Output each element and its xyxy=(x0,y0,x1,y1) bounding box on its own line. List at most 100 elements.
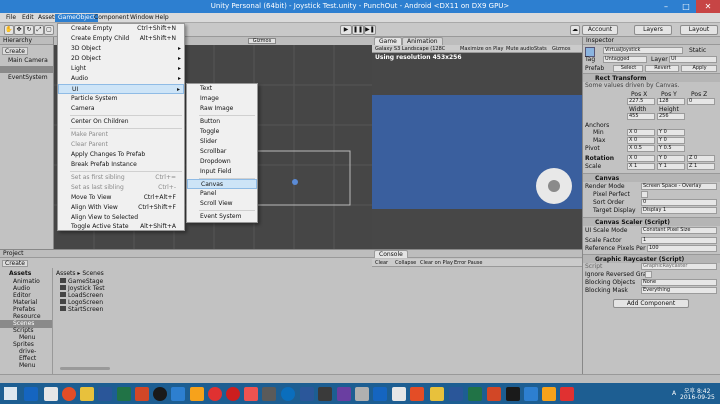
menu-item-3d-object[interactable]: 3D Object ▸ xyxy=(58,44,184,54)
cloud-icon[interactable]: ☁ xyxy=(570,25,580,35)
rotate-tool-icon[interactable]: ↻ xyxy=(24,25,34,35)
taskbar-app-icon[interactable] xyxy=(80,387,94,401)
menu-item-move-to-view[interactable]: Move To View Ctrl+Alt+F xyxy=(58,193,184,203)
taskbar-app-icon[interactable] xyxy=(171,387,185,401)
submenu-item-input-field[interactable]: Input Field xyxy=(187,167,257,177)
resolution-select[interactable]: Galaxy S3 Landscape (128C xyxy=(375,46,445,52)
stats-toggle[interactable]: Stats xyxy=(534,46,547,52)
scale-factor-field[interactable]: 1 xyxy=(641,237,717,244)
taskbar-app-icon[interactable] xyxy=(244,387,258,401)
taskbar-app-icon[interactable] xyxy=(449,387,463,401)
rect-transform-header[interactable]: Rect Transform xyxy=(583,73,720,82)
pixel-perfect-checkbox[interactable] xyxy=(641,191,648,198)
anchor-min-x-field[interactable]: X 0 xyxy=(627,129,655,136)
submenu-item-dropdown[interactable]: Dropdown xyxy=(187,157,257,167)
play-button[interactable]: ▶ xyxy=(340,25,352,35)
submenu-item-toggle[interactable]: Toggle xyxy=(187,127,257,137)
object-name-field[interactable]: VirtualJoystick xyxy=(603,47,683,54)
project-tab[interactable]: Project xyxy=(3,250,24,257)
scale-x-field[interactable]: X 1 xyxy=(627,163,655,170)
add-component-button[interactable]: Add Component xyxy=(613,299,689,308)
clear-on-play-button[interactable]: Clear on Play xyxy=(420,260,453,266)
taskbar-app-icon[interactable] xyxy=(153,387,167,401)
ime-indicator[interactable]: A xyxy=(672,390,676,397)
clear-button[interactable]: Clear xyxy=(375,260,388,266)
game-view[interactable]: Game Animation Galaxy S3 Landscape (128C… xyxy=(372,37,582,249)
hierarchy-selected-row[interactable] xyxy=(0,66,53,73)
menu-item-audio[interactable]: Audio ▸ xyxy=(58,74,184,84)
canvas-scaler-header[interactable]: Canvas Scaler (Script) xyxy=(583,217,720,226)
submenu-item-canvas[interactable]: Canvas xyxy=(187,179,257,189)
render-mode-dropdown[interactable]: Screen Space - Overlay xyxy=(641,183,717,190)
taskbar-app-icon[interactable] xyxy=(24,387,38,401)
blocking-mask-dropdown[interactable]: Everything xyxy=(641,287,717,294)
menu-item-align-with-view[interactable]: Align With View Ctrl+Shift+F xyxy=(58,203,184,213)
taskbar-app-icon[interactable] xyxy=(226,387,240,401)
taskbar-app-icon[interactable] xyxy=(98,387,112,401)
canvas-component-header[interactable]: Canvas xyxy=(583,173,720,182)
menu-item-set-first-sibling[interactable]: Set as first sibling Ctrl+= xyxy=(58,173,184,183)
taskbar-app-icon[interactable] xyxy=(468,387,482,401)
maximize-button[interactable]: □ xyxy=(676,0,696,13)
mute-audio-toggle[interactable]: Mute audio xyxy=(506,46,534,52)
scale-z-field[interactable]: Z 1 xyxy=(687,163,715,170)
rotation-y-field[interactable]: Y 0 xyxy=(657,155,685,162)
menu-help[interactable]: Help xyxy=(152,14,172,22)
error-pause-button[interactable]: Error Pause xyxy=(454,260,482,266)
scale-tool-icon[interactable]: ⤢ xyxy=(34,25,44,35)
posx-field[interactable]: 227.5 xyxy=(627,98,655,105)
height-field[interactable]: 256 xyxy=(657,113,685,120)
maximize-on-play-toggle[interactable]: Maximize on Play xyxy=(460,46,504,52)
hierarchy-create-button[interactable]: Create xyxy=(2,47,28,55)
menu-item-create-empty[interactable]: Create Empty Ctrl+Shift+N xyxy=(58,24,184,34)
menu-item-make-parent[interactable]: Make Parent xyxy=(58,130,184,140)
menu-item-2d-object[interactable]: 2D Object ▸ xyxy=(58,54,184,64)
step-button[interactable]: ▶❚ xyxy=(364,25,376,35)
scale-y-field[interactable]: Y 1 xyxy=(657,163,685,170)
submenu-item-image[interactable]: Image xyxy=(187,94,257,104)
menu-item-particle-system[interactable]: Particle System xyxy=(58,94,184,104)
anchor-max-y-field[interactable]: Y 0 xyxy=(657,137,685,144)
anchor-min-y-field[interactable]: Y 0 xyxy=(657,129,685,136)
taskbar-app-icon[interactable] xyxy=(373,387,387,401)
menu-item-apply-changes-to-prefab[interactable]: Apply Changes To Prefab xyxy=(58,150,184,160)
reference-pixels-field[interactable]: 100 xyxy=(647,245,717,252)
submenu-item-raw-image[interactable]: Raw Image xyxy=(187,104,257,114)
prefab-select-button[interactable]: Select xyxy=(613,65,643,72)
taskbar-app-icon[interactable] xyxy=(355,387,369,401)
pivot-y-field[interactable]: Y 0.5 xyxy=(657,145,685,152)
tab-console[interactable]: Console xyxy=(374,250,408,258)
menu-item-toggle-active-state[interactable]: Toggle Active State Alt+Shift+A xyxy=(58,222,184,232)
sort-order-field[interactable]: 0 xyxy=(641,199,717,206)
hierarchy-item[interactable]: EventSystem xyxy=(8,74,48,82)
inspector-tab[interactable]: Inspector xyxy=(586,37,614,44)
blocking-objects-dropdown[interactable]: None xyxy=(641,279,717,286)
rotation-z-field[interactable]: Z 0 xyxy=(687,155,715,162)
move-tool-icon[interactable]: ✥ xyxy=(14,25,24,35)
taskbar-app-icon[interactable] xyxy=(300,387,314,401)
submenu-item-panel[interactable]: Panel xyxy=(187,189,257,199)
taskbar-app-icon[interactable] xyxy=(44,387,58,401)
menu-item-set-last-sibling[interactable]: Set as last sibling Ctrl+- xyxy=(58,183,184,193)
taskbar-app-icon[interactable] xyxy=(392,387,406,401)
rotation-x-field[interactable]: X 0 xyxy=(627,155,655,162)
project-create-button[interactable]: Create xyxy=(2,260,28,267)
taskbar-app-icon[interactable] xyxy=(506,387,520,401)
taskbar-app-icon[interactable] xyxy=(542,387,556,401)
taskbar-app-icon[interactable] xyxy=(281,387,295,401)
taskbar-app-icon[interactable] xyxy=(410,387,424,401)
submenu-item-slider[interactable]: Slider xyxy=(187,137,257,147)
joystick-handle-icon[interactable] xyxy=(548,180,560,192)
taskbar-app-icon[interactable] xyxy=(190,387,204,401)
menu-edit[interactable]: Edit xyxy=(19,14,37,22)
tab-game[interactable]: Game xyxy=(374,37,402,45)
tag-dropdown[interactable]: Untagged xyxy=(603,56,647,63)
taskbar-app-icon[interactable] xyxy=(337,387,351,401)
taskbar-app-icon[interactable] xyxy=(62,387,76,401)
taskbar-app-icon[interactable] xyxy=(135,387,149,401)
layers-dropdown[interactable]: Layers xyxy=(634,25,672,35)
ignore-reversed-checkbox[interactable] xyxy=(645,271,652,278)
start-button-icon[interactable] xyxy=(4,387,17,400)
prefab-revert-button[interactable]: Revert xyxy=(645,65,679,72)
menu-item-clear-parent[interactable]: Clear Parent xyxy=(58,140,184,150)
